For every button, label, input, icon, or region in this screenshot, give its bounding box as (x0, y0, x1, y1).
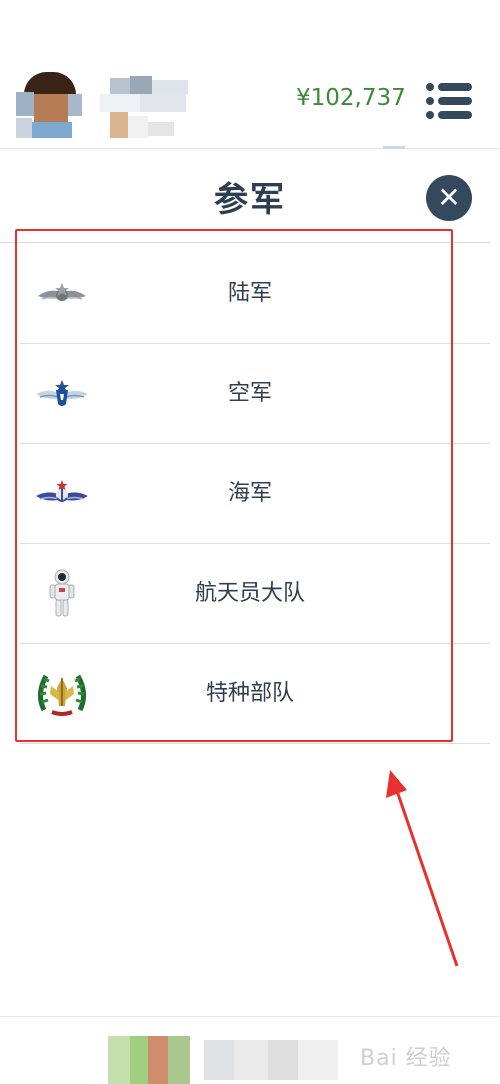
watermark: Bai 经验 (360, 1046, 452, 1071)
screen: ¥102,737 参军 ✕ 陆军 空军 海军 航天员大队 特种部队 Bai 经验 (0, 0, 500, 1084)
branch-item-label: 空军 (227, 381, 272, 406)
coin-balance: ¥102,737 (296, 85, 406, 111)
top-bar: ¥102,737 (0, 0, 500, 150)
bottom-banner-blurred[interactable] (108, 1036, 358, 1084)
close-icon: ✕ (437, 181, 461, 214)
divider (0, 242, 490, 243)
menu-button[interactable] (424, 80, 474, 122)
branch-item-navy[interactable]: 海军 (20, 444, 490, 544)
divider-accent (383, 146, 405, 149)
divider (0, 148, 500, 149)
branch-list: 陆军 空军 海军 航天员大队 特种部队 (20, 244, 490, 744)
branch-item-air-force[interactable]: 空军 (20, 344, 490, 444)
branch-item-special-forces[interactable]: 特种部队 (20, 644, 490, 744)
branch-item-label: 航天员大队 (194, 581, 305, 606)
modal-title: 参军 (214, 180, 286, 220)
branch-item-label: 海军 (227, 481, 272, 506)
branch-item-astronaut-corps[interactable]: 航天员大队 (20, 544, 490, 644)
close-button[interactable]: ✕ (426, 175, 472, 221)
player-name-blurred (96, 72, 192, 140)
avatar[interactable] (16, 72, 82, 138)
branch-item-label: 陆军 (227, 281, 272, 306)
branch-item-army[interactable]: 陆军 (20, 244, 490, 344)
branch-item-label: 特种部队 (205, 681, 294, 706)
divider (0, 1016, 500, 1017)
